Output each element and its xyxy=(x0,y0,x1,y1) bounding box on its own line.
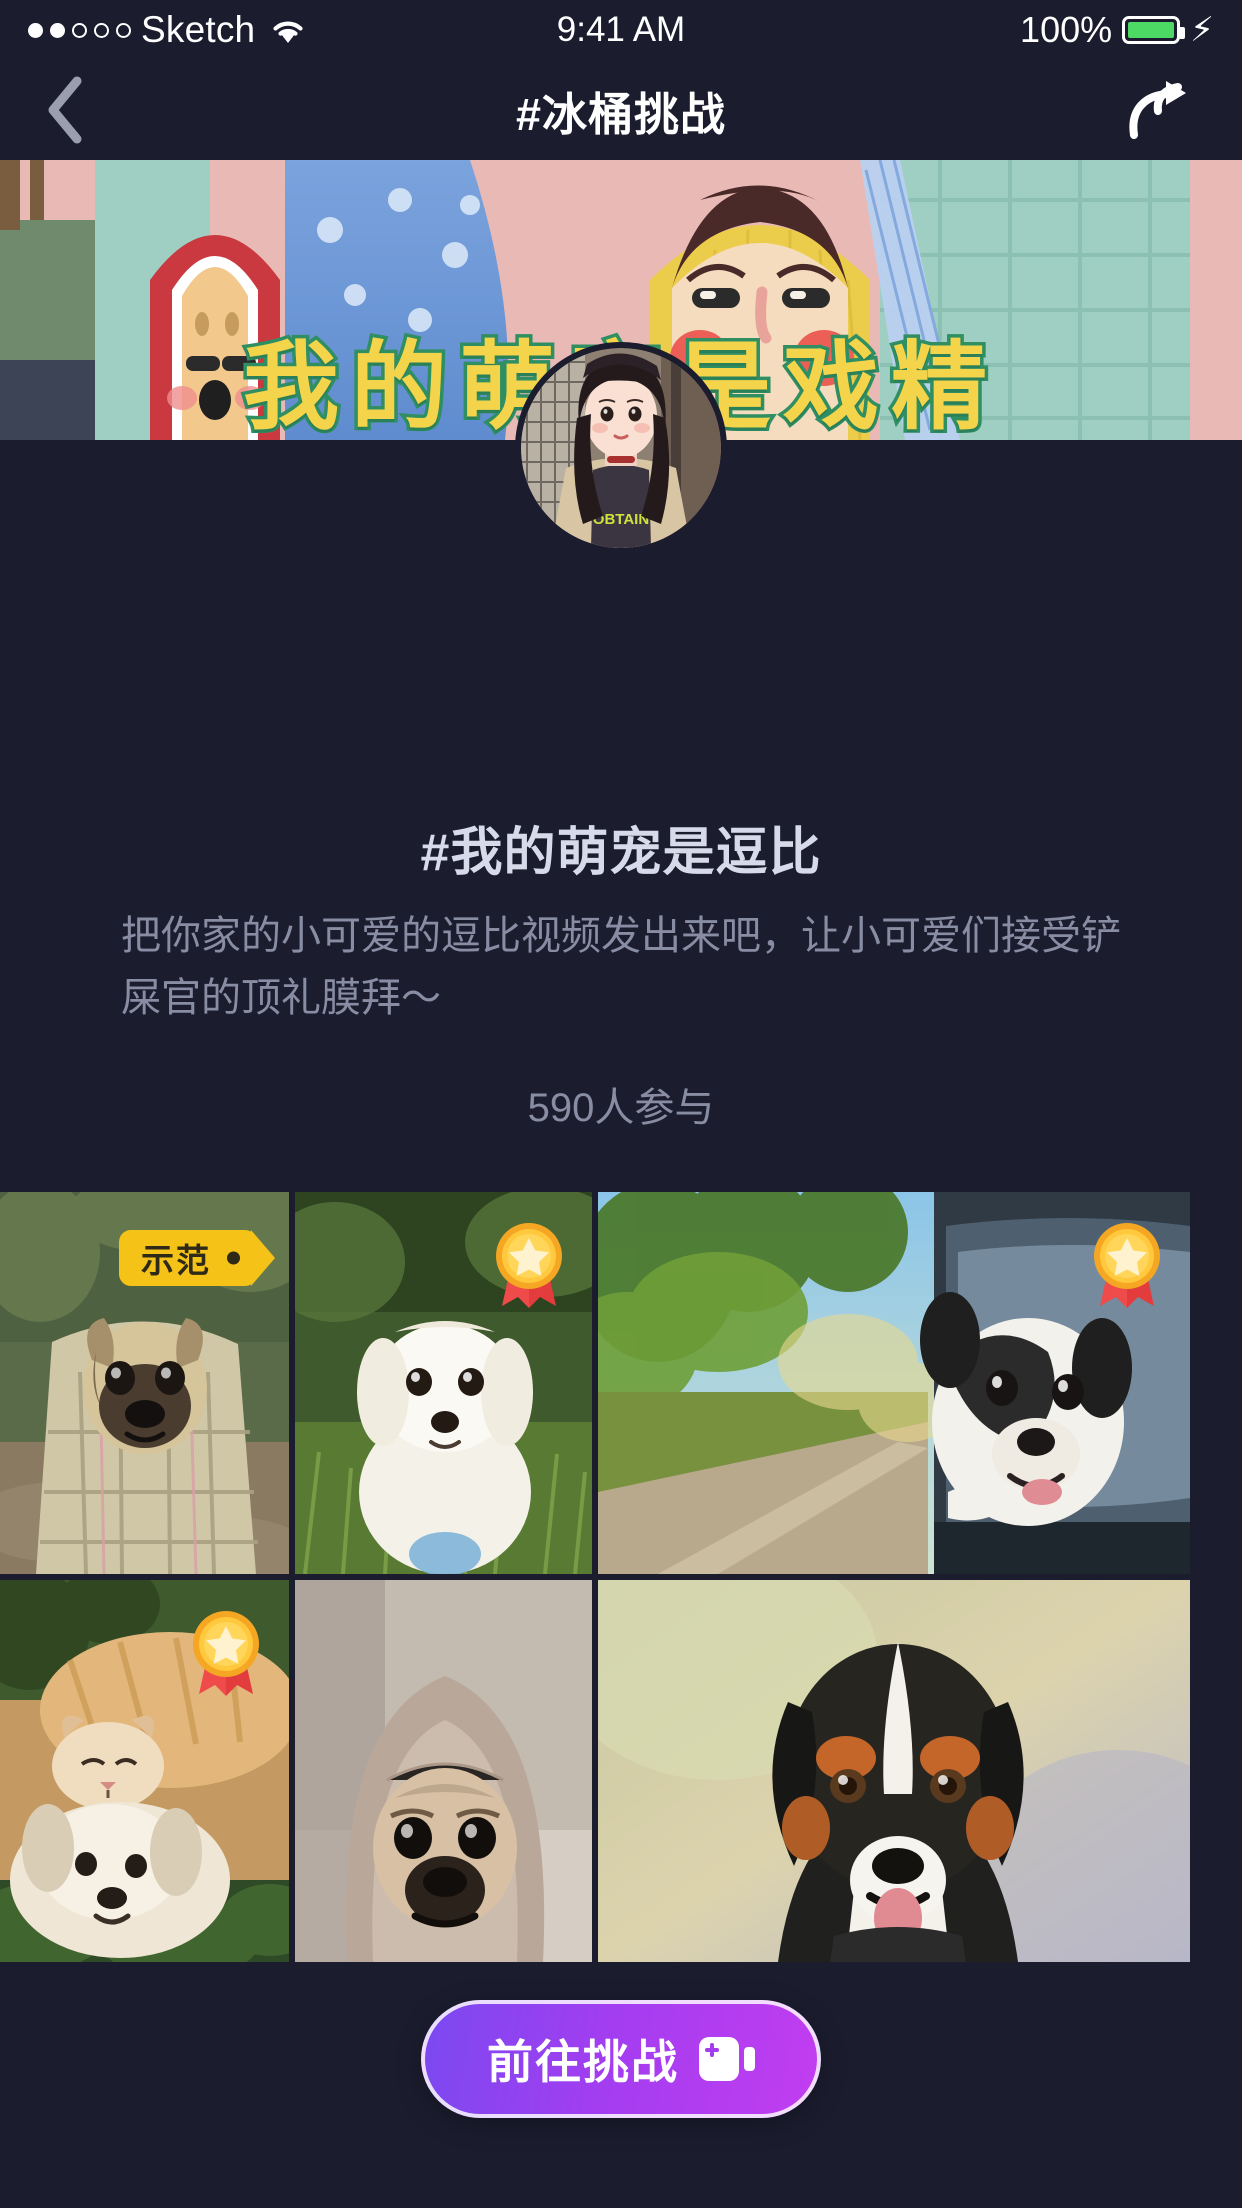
wifi-icon xyxy=(269,15,307,45)
grid-item-5[interactable] xyxy=(295,1580,592,1962)
grid-item-4[interactable] xyxy=(0,1580,289,1962)
go-to-challenge-label: 前往挑战 xyxy=(487,2036,679,2088)
grid-item-3[interactable] xyxy=(598,1192,1190,1574)
demo-badge-label: 示范 xyxy=(141,1242,211,1279)
lightning-bolt-icon: ⚡ xyxy=(1190,11,1214,49)
status-left: Sketch xyxy=(28,9,307,51)
medal-badge xyxy=(193,1611,259,1696)
grid-item-2[interactable] xyxy=(295,1192,592,1574)
page-title: #冰桶挑战 xyxy=(515,88,727,140)
carrier-label: Sketch xyxy=(141,9,256,50)
hashtag-description: 把你家的小可爱的逗比视频发出来吧，让小可爱们接受铲屎官的顶礼膜拜～ xyxy=(121,914,1121,1020)
signal-strength-icon xyxy=(28,22,131,38)
avatar-image: OBTAIN xyxy=(521,348,721,548)
medal-badge xyxy=(496,1223,562,1308)
grid-item-6[interactable] xyxy=(598,1580,1190,1962)
nav-bar: #冰桶挑战 xyxy=(0,60,1242,160)
demo-badge: 示范 xyxy=(119,1230,275,1286)
battery-percent-label: 100% xyxy=(1020,9,1113,50)
hashtag-title: #我的萌宠是逗比 xyxy=(420,824,822,882)
avatar[interactable]: OBTAIN xyxy=(515,342,727,554)
status-right: 100% ⚡ xyxy=(1020,9,1214,51)
app-screen: Sketch 9:41 AM 100% ⚡ #冰桶挑战 OBTAIN #我的萌宠… xyxy=(0,0,1242,2208)
share-button[interactable] xyxy=(1106,60,1216,160)
grid-item-1[interactable]: 示范 xyxy=(0,1192,289,1574)
grid-item-5-image xyxy=(295,1580,592,1962)
battery-icon xyxy=(1122,16,1186,44)
share-arrow-icon xyxy=(1129,81,1186,139)
status-bar: Sketch 9:41 AM 100% ⚡ xyxy=(0,0,1242,60)
go-to-challenge-button[interactable]: 前往挑战 xyxy=(421,2000,821,2118)
medal-badge xyxy=(1094,1223,1160,1308)
grid-item-6-image xyxy=(598,1580,1190,1962)
participant-count: 590人参与 xyxy=(527,1086,715,1130)
video-camera-icon xyxy=(699,2037,755,2081)
